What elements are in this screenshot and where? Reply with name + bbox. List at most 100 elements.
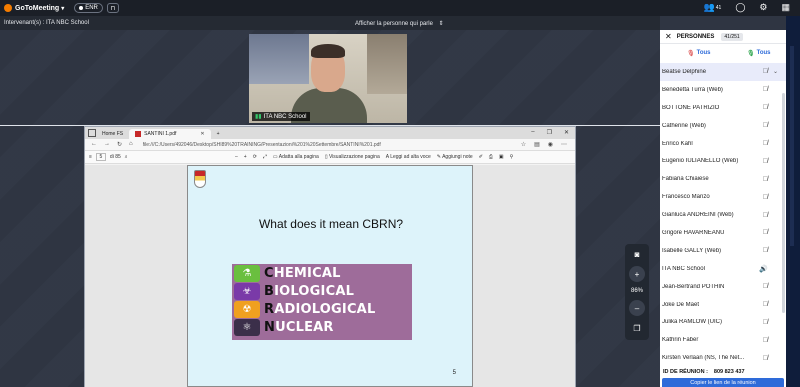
people-scrollbar[interactable] (782, 93, 785, 313)
zoom-out-button[interactable]: – (629, 300, 645, 316)
speaker-icon[interactable]: 🔊 (759, 265, 768, 273)
person-row[interactable]: Benedetta Turrà (Web) 🎙̸ (660, 81, 786, 99)
search-icon[interactable]: ⌕ (125, 154, 128, 160)
person-row[interactable]: Joke De Maet 🎙̸ (660, 296, 786, 314)
show-speaker-toggle[interactable]: Afficher la personne qui parle ⇕ (355, 20, 444, 27)
zoom-in-icon[interactable]: + (244, 154, 247, 160)
person-row[interactable]: Beatse Delphine 🎙̸ ⌄ (660, 63, 786, 81)
panel-title: PERSONNES (676, 33, 715, 40)
person-row[interactable]: Eugenio IULIANELLO (Web) 🎙̸ (660, 152, 786, 170)
mic-muted-icon[interactable]: 🎙̸ (763, 140, 768, 147)
fullscreen-icon[interactable]: ⤢ (263, 154, 267, 160)
person-row[interactable]: Fabiana Chiaiese 🎙̸ (660, 170, 786, 188)
person-row[interactable]: BOTTONE PATRIZIO 🎙̸ (660, 99, 786, 117)
chevron-down-icon[interactable]: ⌄ (773, 68, 778, 75)
refresh-icon[interactable]: ↻ (117, 141, 122, 148)
tab-home-fs[interactable]: Home FS (96, 129, 129, 139)
copy-meeting-link-button[interactable]: Copier le lien de la réunion (662, 378, 784, 387)
person-row[interactable]: Julika RAMLOW (UIC) 🎙̸ (660, 313, 786, 331)
chat-icon[interactable]: ◯ (735, 2, 745, 13)
webcam-tile[interactable]: ▮▮ ITA NBC School (249, 34, 407, 123)
close-window-icon[interactable]: ✕ (564, 129, 569, 136)
pdf-viewer[interactable]: What does it mean CBRN? ⚗ ☣ ☢ ⚛ CHEMICAL… (85, 165, 575, 387)
fit-page-button[interactable]: ▭ Adatta alla pagina (273, 154, 319, 160)
zoom-out-icon[interactable]: – (235, 154, 238, 160)
person-row[interactable]: Jean-Bertrand POTHIN 🎙̸ (660, 278, 786, 296)
mic-muted-icon[interactable]: 🎙̸ (763, 104, 768, 111)
lock-icon: ⊓ (110, 5, 116, 12)
minimize-icon[interactable]: – (531, 129, 534, 136)
person-row[interactable]: Kirsten Verlaan (NS, The Net... 🎙̸ (660, 349, 786, 365)
print-icon[interactable]: ⎙ (489, 154, 493, 160)
person-row[interactable]: ITA NBC School 🔊 (660, 260, 786, 278)
popout-icon[interactable]: ❐ (627, 318, 647, 338)
camera-icon[interactable]: ◙ (627, 244, 647, 264)
back-icon[interactable]: ← (91, 141, 97, 148)
mic-muted-icon[interactable]: 🎙̸ (763, 319, 768, 326)
mic-muted-icon[interactable]: 🎙̸ (763, 301, 768, 308)
mic-muted-icon[interactable]: 🎙̸ (763, 158, 768, 165)
app-menu[interactable]: GoToMeeting ▾ (4, 4, 64, 12)
zoom-in-button[interactable]: + (629, 266, 645, 282)
cbrn-word-chemical: CHEMICAL (264, 265, 375, 283)
mic-muted-icon[interactable]: 🎙̸ (763, 283, 768, 290)
close-tab-icon[interactable]: ✕ (200, 131, 204, 137)
contents-icon[interactable]: ≡ (89, 154, 92, 160)
meeting-id-label: ID DE RÉUNION : (663, 368, 708, 375)
filter-all-audio[interactable]: 🎙 Tous (687, 50, 711, 57)
page-view-label: Visualizzazione pagina (328, 154, 380, 160)
pin-icon[interactable]: ⚲ (510, 154, 514, 160)
lock-meeting-button[interactable]: ⊓ (106, 3, 119, 13)
cbrn-graphic: ⚗ ☣ ☢ ⚛ CHEMICAL BIOLOGICAL RADIOLOGICAL… (232, 264, 412, 340)
top-bar: GoToMeeting ▾ ENR ⊓ 👥 41 ◯ ⚙ ▦ (0, 0, 800, 16)
mic-muted-icon[interactable]: 🎙̸ (763, 212, 768, 219)
rotate-icon[interactable]: ⟳ (253, 154, 257, 160)
biohazard-icon: ☣ (234, 283, 260, 300)
people-panel: ✕ PERSONNES 41/251 🎙 Tous 🎙 Tous Beatse De… (660, 30, 786, 387)
read-aloud-button[interactable]: A Leggi ad alta voce (386, 154, 431, 160)
mic-muted-icon[interactable]: 🎙̸ (763, 176, 768, 183)
new-tab-button[interactable]: + (211, 129, 226, 139)
page-number-input[interactable]: 5 (95, 153, 106, 161)
person-row[interactable]: Isabelle GALLY (Web) 🎙̸ (660, 242, 786, 260)
mic-muted-icon[interactable]: 🎙̸ (763, 337, 768, 344)
mic-muted-icon[interactable]: 🎙̸ (763, 247, 768, 254)
mic-muted-icon[interactable]: 🎙̸ (763, 355, 768, 362)
browser-tab-strip: Home FS SANTINI 1.pdf ✕ + – ❐ ✕ (85, 127, 575, 139)
meeting-id-value: 809 823 437 (713, 368, 745, 375)
grid-view-icon[interactable]: ▦ (781, 2, 790, 13)
close-panel-icon[interactable]: ✕ (665, 32, 672, 41)
mic-muted-icon[interactable]: 🎙̸ (763, 86, 768, 93)
forward-icon[interactable]: → (104, 141, 110, 148)
settings-gear-icon[interactable]: ⚙ (759, 2, 767, 13)
tab-actions-icon[interactable] (88, 129, 96, 137)
person-row[interactable]: Enrico Kahl 🎙̸ (660, 135, 786, 153)
slide-page-number: 5 (452, 370, 456, 376)
profile-icon[interactable]: ◉ (548, 141, 553, 148)
person-row[interactable]: Gianluca ANDREINI (Web) 🎙̸ (660, 206, 786, 224)
home-icon[interactable]: ⌂ (129, 141, 133, 148)
filter-all-video[interactable]: 🎙 Tous (747, 50, 771, 57)
favorite-star-icon[interactable]: ☆ (521, 141, 526, 148)
more-options-icon[interactable]: ⋯ (561, 141, 567, 148)
person-row[interactable]: Francesco Manzo 🎙̸ (660, 188, 786, 206)
mic-muted-icon[interactable]: 🎙̸ (763, 229, 768, 236)
mic-muted-icon[interactable]: 🎙̸ (763, 122, 768, 129)
record-button[interactable]: ENR (74, 3, 103, 13)
person-row[interactable]: Kathrin Faber 🎙̸ (660, 331, 786, 349)
person-row[interactable]: Catherine (Web) 🎙̸ (660, 117, 786, 135)
save-icon[interactable]: ▣ (499, 154, 504, 160)
people-button[interactable]: 👥 41 (704, 2, 722, 13)
mic-muted-icon[interactable]: 🎙̸ (763, 194, 768, 201)
cbrn-rest: HEMICAL (273, 266, 341, 281)
mic-muted-icon[interactable]: 🎙̸ (763, 68, 768, 75)
url-field[interactable]: file:///C:/Users/492046/Desktop/SHI89%20… (143, 142, 521, 148)
person-row[interactable]: Grigore HAVARNEANU 🎙̸ (660, 224, 786, 242)
draw-icon[interactable]: ✐ (479, 154, 483, 160)
page-view-button[interactable]: ▯ Visualizzazione pagina (325, 154, 380, 160)
collections-icon[interactable]: ▤ (534, 141, 540, 148)
cbrn-word-biological: BIOLOGICAL (264, 283, 375, 301)
tab-santini-pdf[interactable]: SANTINI 1.pdf ✕ (129, 129, 211, 139)
restore-icon[interactable]: ❐ (547, 129, 552, 136)
add-notes-button[interactable]: ✎ Aggiungi note (437, 154, 473, 160)
